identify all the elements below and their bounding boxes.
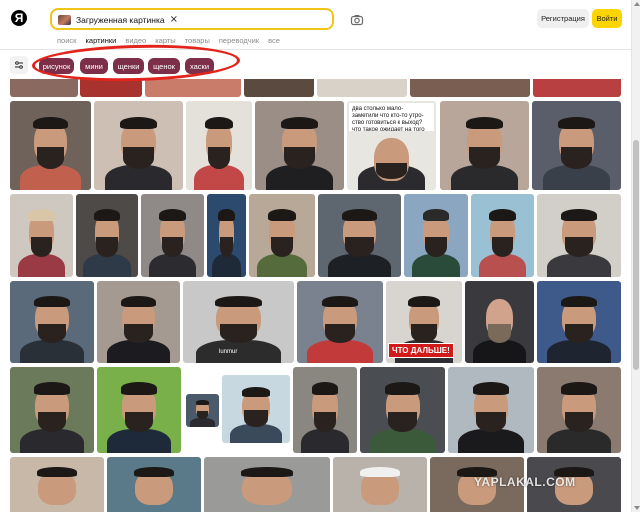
image-result[interactable] (107, 457, 201, 512)
scroll-thumb[interactable] (633, 140, 639, 370)
image-result[interactable] (471, 194, 534, 277)
login-button[interactable]: Войти (592, 9, 622, 28)
header: Я Загруженная картинка × Регистрация Вой… (0, 0, 631, 50)
image-banner-text: ЧТО ДАЛЬШЕ! (388, 343, 454, 358)
image-result[interactable] (94, 101, 183, 190)
tab-translator[interactable]: переводчик (219, 36, 259, 45)
image-result[interactable] (360, 367, 445, 453)
register-button[interactable]: Регистрация (537, 9, 589, 28)
tab-maps[interactable]: карты (155, 36, 175, 45)
image-result[interactable] (537, 281, 621, 363)
image-result[interactable] (10, 457, 104, 512)
uploaded-image-chip[interactable]: Загруженная картинка × (58, 13, 182, 27)
tab-products[interactable]: товары (185, 36, 210, 45)
image-result[interactable] (207, 194, 246, 277)
image-result[interactable] (10, 281, 94, 363)
page-scrollbar[interactable] (631, 0, 640, 512)
yandex-logo[interactable]: Я (11, 10, 27, 26)
image-result[interactable] (249, 194, 315, 277)
image-result[interactable] (333, 457, 427, 512)
image-result[interactable] (10, 79, 78, 97)
image-result[interactable] (204, 457, 330, 512)
image-result[interactable] (10, 101, 91, 190)
image-grid: два столько мало- заметили что кто-то ут… (0, 79, 631, 512)
image-result[interactable] (80, 79, 142, 97)
camera-icon[interactable] (350, 12, 364, 26)
image-result[interactable] (97, 367, 181, 453)
service-tabs: поиск картинки видео карты товары перево… (57, 36, 280, 45)
tab-search[interactable]: поиск (57, 36, 76, 45)
image-result[interactable] (317, 79, 407, 97)
image-text-caption: два столько мало- заметили что кто-то ут… (349, 103, 434, 131)
watermark-text: YAPLAKAL.COM (474, 475, 576, 489)
image-result[interactable] (244, 79, 314, 97)
image-result[interactable] (537, 367, 621, 453)
image-result[interactable] (186, 394, 219, 427)
image-result[interactable]: lunmur (183, 281, 294, 363)
image-result[interactable] (10, 367, 94, 453)
sliders-icon[interactable] (10, 56, 28, 74)
image-result[interactable] (255, 101, 344, 190)
tab-images[interactable]: картинки (85, 36, 116, 45)
image-result[interactable] (297, 281, 383, 363)
tab-video[interactable]: видео (125, 36, 146, 45)
shirt-text: lunmur (219, 349, 238, 355)
search-bar[interactable]: Загруженная картинка × (50, 8, 334, 30)
image-result[interactable] (141, 194, 204, 277)
image-result[interactable] (293, 367, 357, 453)
image-result[interactable] (76, 194, 138, 277)
scroll-up-arrow-icon[interactable] (634, 2, 640, 6)
image-result[interactable] (186, 101, 252, 190)
tab-all[interactable]: все (268, 36, 280, 45)
close-icon[interactable]: × (170, 15, 178, 25)
image-result[interactable] (97, 281, 180, 363)
image-result[interactable] (318, 194, 401, 277)
image-result[interactable] (404, 194, 468, 277)
image-result[interactable] (10, 194, 73, 277)
image-result[interactable] (537, 194, 621, 277)
image-result[interactable] (145, 79, 241, 97)
uploaded-image-label: Загруженная картинка (76, 15, 165, 25)
image-result[interactable] (222, 375, 290, 443)
image-result[interactable] (410, 79, 530, 97)
image-result[interactable] (532, 101, 621, 190)
image-result[interactable]: ЧТО ДАЛЬШЕ! (386, 281, 462, 363)
image-result[interactable] (465, 281, 534, 363)
uploaded-image-thumbnail (58, 15, 71, 25)
scroll-down-arrow-icon[interactable] (634, 506, 640, 510)
image-result[interactable] (448, 367, 534, 453)
image-result[interactable]: два столько мало- заметили что кто-то ут… (347, 101, 436, 190)
image-result[interactable] (440, 101, 529, 190)
image-result[interactable] (533, 79, 621, 97)
